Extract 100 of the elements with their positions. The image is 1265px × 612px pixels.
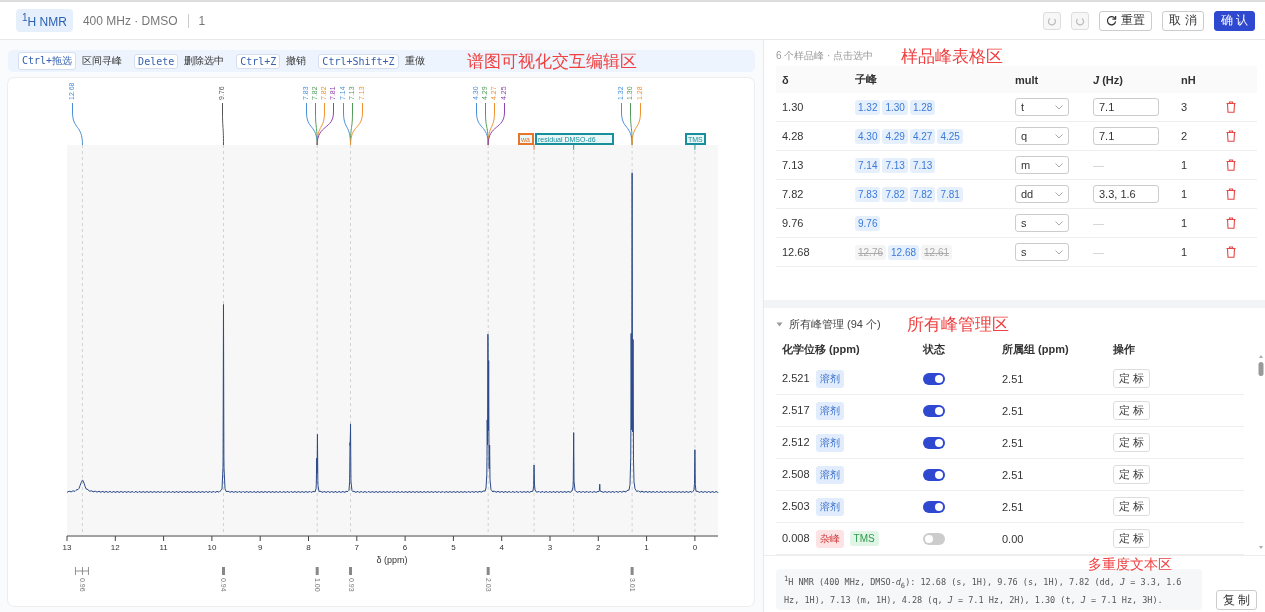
group-cell: 0.00 (996, 522, 1107, 555)
region-annotation: 样品峰表格区 (901, 45, 1004, 68)
subpeak-chip[interactable]: 7.82 (882, 186, 908, 202)
delete-icon[interactable] (1226, 101, 1236, 113)
group-cell: 2.51 (996, 426, 1107, 459)
proton-count-cell: 2 (1175, 121, 1220, 151)
spectrum-info: 400 MHz · DMSO (82, 13, 178, 28)
section-title[interactable]: 所有峰管理 (94 个) (789, 316, 881, 332)
group-cell: 2.51 (996, 458, 1107, 491)
shift-cell[interactable]: 12.68 (776, 237, 849, 267)
peak-type-tag: TMS (849, 530, 879, 546)
delete-icon[interactable] (1226, 130, 1236, 142)
peak-type-tag: 溶剂 (815, 433, 844, 452)
calibrate-button[interactable]: 定 标 (1113, 465, 1151, 484)
calibrate-button[interactable]: 定 标 (1113, 497, 1151, 516)
axis-tick-label: 7 (354, 543, 360, 552)
multiplicity-select[interactable]: q (1015, 127, 1069, 145)
axis-tick-label: 6 (402, 543, 408, 552)
multiplicity-select[interactable]: s (1015, 214, 1069, 232)
axis-tick-label: 9 (257, 543, 263, 552)
subpeak-chip[interactable]: 7.13 (882, 157, 908, 173)
coupling-input[interactable]: 3.3, 1.6 (1093, 185, 1159, 203)
delete-icon[interactable] (1226, 159, 1236, 171)
axis-tick-label: 0 (692, 543, 698, 552)
axis-tick-label: 11 (159, 543, 168, 552)
group-cell: 2.51 (996, 490, 1107, 523)
calibrate-button[interactable]: 定 标 (1113, 433, 1151, 452)
column-header: J (Hz) (1087, 66, 1175, 93)
subpeak-chip[interactable]: 7.13 (909, 157, 936, 173)
copy-button[interactable]: 复 制 (1215, 590, 1257, 610)
shift-cell[interactable]: 7.82 (776, 179, 849, 209)
axis-tick-label: 12 (110, 543, 120, 552)
chevron-down-icon (1055, 133, 1063, 139)
calibrate-button[interactable]: 定 标 (1113, 369, 1151, 388)
subpeak-chip[interactable]: 1.28 (909, 99, 936, 115)
subpeak-chip[interactable]: 12.61 (921, 244, 953, 260)
shift-cell[interactable]: 9.76 (776, 208, 849, 238)
column-header: mult (1009, 66, 1087, 93)
toggle-switch[interactable] (923, 372, 945, 385)
shift-value: 2.503 (782, 499, 810, 512)
toggle-switch[interactable] (923, 532, 945, 545)
confirm-button[interactable]: 确 认 (1213, 10, 1255, 31)
subpeak-chip[interactable]: 1.32 (855, 99, 881, 115)
shortcut-key: Ctrl+拖选 (18, 52, 77, 70)
coupling-input[interactable]: 7.1 (1093, 98, 1159, 116)
subpeak-chip[interactable]: 9.76 (855, 215, 881, 231)
integral-mark[interactable] (486, 567, 490, 575)
multiplicity-select[interactable]: s (1015, 243, 1069, 261)
shift-value: 2.508 (782, 467, 810, 480)
toggle-switch[interactable] (923, 500, 945, 513)
subpeak-chip[interactable]: 7.14 (855, 157, 881, 173)
shift-cell[interactable]: 7.13 (776, 150, 849, 180)
axis-tick-label: 5 (451, 543, 456, 552)
subpeak-chip[interactable]: 12.76 (855, 244, 887, 260)
cancel-button[interactable]: 取 消 (1162, 10, 1204, 31)
spectrum-type-badge: $^{1}$H NMR (16, 9, 73, 32)
subpeak-chip[interactable]: 7.83 (855, 186, 881, 202)
shift-cell[interactable]: 1.30 (776, 93, 849, 122)
axis-tick-label: 1 (644, 543, 649, 552)
multiplicity-select[interactable]: dd (1015, 185, 1069, 203)
subpeak-chip[interactable]: 7.82 (909, 186, 936, 202)
reset-button[interactable]: 重置 (1099, 10, 1153, 31)
subpeak-chip[interactable]: 12.68 (888, 244, 920, 260)
subpeak-chip[interactable]: 4.30 (855, 128, 881, 144)
axis-tick-label: 8 (306, 543, 311, 552)
shift-value: 2.517 (782, 403, 810, 416)
multiplicity-select[interactable]: m (1015, 156, 1069, 174)
axis-tick-label: 3 (547, 543, 553, 552)
group-cell: 2.51 (996, 363, 1107, 395)
shortcut-label: 重做 (404, 54, 425, 68)
caret-icon[interactable] (776, 320, 783, 328)
peak-type-tag: 溶剂 (815, 401, 844, 420)
toggle-switch[interactable] (923, 404, 945, 417)
refresh-icon (1106, 15, 1118, 26)
axis-tick-label: 10 (207, 543, 217, 552)
subpeak-chip[interactable]: 1.30 (882, 99, 908, 115)
subpeak-chip[interactable]: 4.27 (909, 128, 936, 144)
integral-mark[interactable] (315, 567, 319, 575)
subpeak-chip[interactable]: 7.81 (937, 186, 963, 202)
integral-mark[interactable] (630, 567, 634, 575)
delete-icon[interactable] (1226, 217, 1236, 229)
subpeak-chip[interactable]: 4.25 (937, 128, 963, 144)
delete-icon[interactable] (1226, 188, 1236, 200)
toggle-switch[interactable] (923, 436, 945, 449)
axis-title: δ (ppm) (376, 555, 408, 565)
axis-tick-label: 2 (596, 543, 601, 552)
calibrate-button[interactable]: 定 标 (1113, 529, 1151, 548)
subpeak-chip[interactable]: 4.29 (882, 128, 908, 144)
shift-value: 0.008 (782, 531, 810, 544)
chevron-down-icon (1055, 162, 1063, 168)
shift-cell[interactable]: 4.28 (776, 121, 849, 151)
coupling-input[interactable]: 7.1 (1093, 127, 1159, 145)
column-header: nH (1175, 66, 1220, 93)
coupling-empty: — (1093, 246, 1104, 258)
delete-icon[interactable] (1226, 246, 1236, 258)
axis-tick-label: 4 (499, 543, 504, 552)
integral-bracket[interactable] (75, 566, 89, 576)
toggle-switch[interactable] (923, 468, 945, 481)
calibrate-button[interactable]: 定 标 (1113, 401, 1151, 420)
multiplicity-select[interactable]: t (1015, 98, 1069, 116)
